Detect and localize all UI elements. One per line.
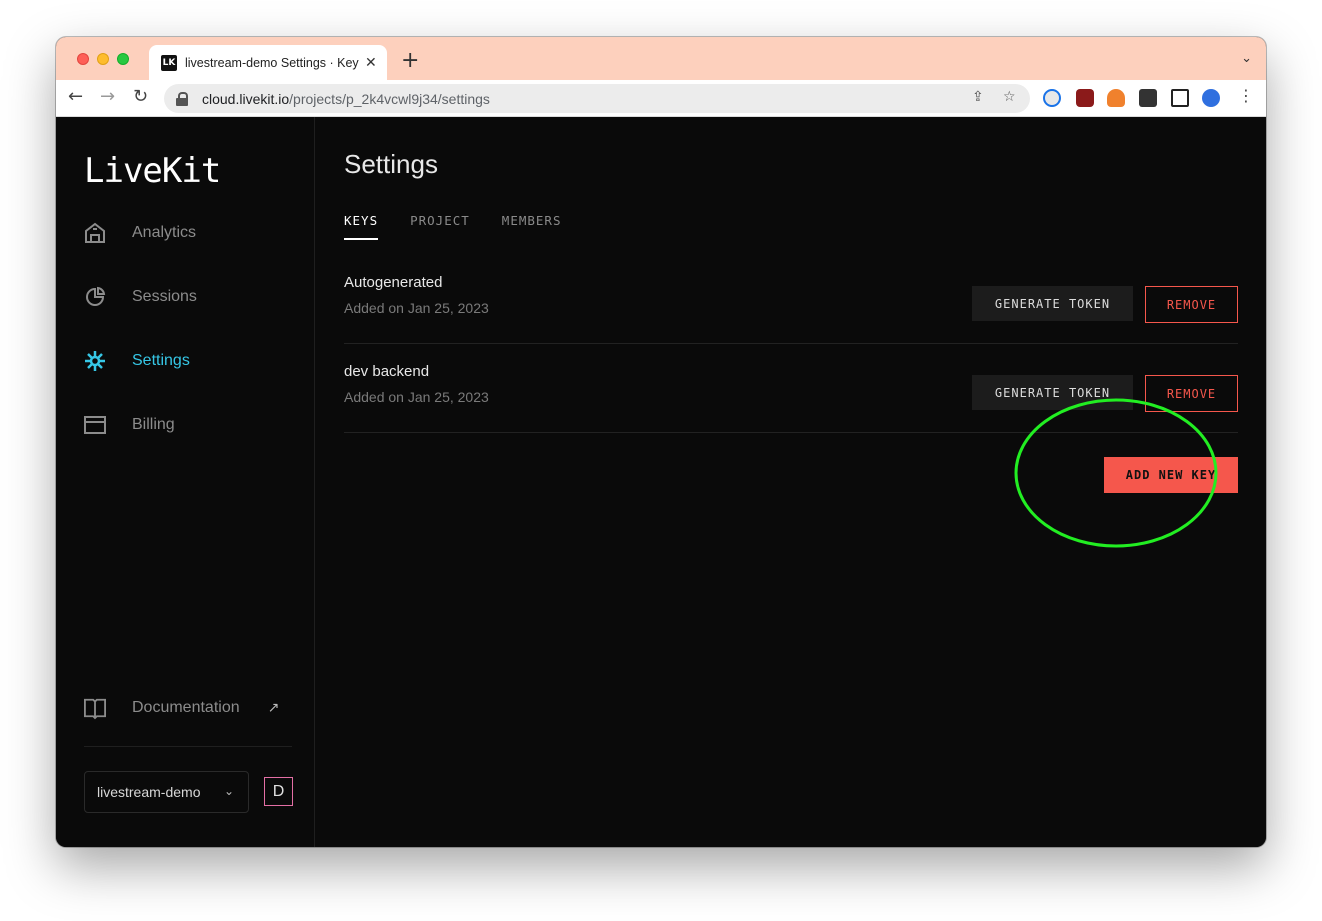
maximize-window-button[interactable] bbox=[117, 53, 129, 65]
external-link-icon: ↗ bbox=[267, 700, 280, 716]
address-bar[interactable]: cloud.livekit.io/projects/p_2k4vcwl9j34/… bbox=[164, 84, 1030, 113]
ublock-extension-icon[interactable] bbox=[1076, 89, 1094, 107]
project-selector[interactable]: livestream-demo ⌄ bbox=[84, 771, 249, 813]
key-name: Autogenerated bbox=[344, 274, 443, 291]
url-text[interactable]: cloud.livekit.io/projects/p_2k4vcwl9j34/… bbox=[202, 91, 490, 107]
add-new-key-button[interactable]: ADD NEW KEY bbox=[1104, 457, 1238, 493]
tab-search-chevron-icon[interactable]: ⌄ bbox=[1241, 51, 1252, 66]
chevron-down-icon: ⌄ bbox=[223, 784, 234, 798]
sidebar-item-label: Analytics bbox=[132, 224, 197, 241]
browser-window: LK livestream-demo Settings · Keys ✕ + ⌄… bbox=[56, 37, 1266, 847]
user-avatar[interactable]: D bbox=[264, 777, 293, 806]
key-date: Added on Jan 25, 2023 bbox=[344, 300, 489, 316]
remove-key-button[interactable]: REMOVE bbox=[1145, 286, 1238, 323]
sidebar-item-label: Settings bbox=[132, 352, 190, 369]
building-icon bbox=[84, 222, 106, 244]
tab-strip: LK livestream-demo Settings · Keys ✕ + ⌄ bbox=[56, 37, 1266, 80]
sidebar-item-billing[interactable]: Billing bbox=[84, 414, 175, 436]
forward-arrow-icon[interactable]: → bbox=[100, 86, 115, 107]
favicon-text: LK bbox=[162, 57, 176, 68]
browser-tab[interactable]: LK livestream-demo Settings · Keys ✕ bbox=[149, 45, 387, 80]
tab-members[interactable]: MEMBERS bbox=[502, 213, 562, 240]
reload-icon[interactable]: ↻ bbox=[133, 86, 148, 107]
browser-toolbar: ← → ↻ cloud.livekit.io/projects/p_2k4vcw… bbox=[56, 80, 1266, 117]
gear-icon bbox=[84, 350, 106, 372]
bookmark-star-icon[interactable]: ☆ bbox=[1003, 89, 1016, 105]
livekit-logo[interactable]: LiveKit bbox=[84, 151, 221, 191]
sidebar-item-documentation[interactable]: Documentation ↗ bbox=[84, 697, 280, 720]
tab-keys[interactable]: KEYS bbox=[344, 213, 379, 240]
pie-chart-icon bbox=[84, 286, 106, 308]
tab-project[interactable]: PROJECT bbox=[410, 213, 470, 240]
key-name: dev backend bbox=[344, 363, 430, 380]
url-host: cloud.livekit.io bbox=[202, 90, 290, 107]
app-body: LiveKit Analytics Sessions Settings Bill… bbox=[56, 117, 1266, 847]
key-row: dev backend Added on Jan 25, 2023 GENERA… bbox=[344, 344, 1238, 433]
generate-token-button[interactable]: GENERATE TOKEN bbox=[972, 286, 1133, 321]
extensions-puzzle-icon[interactable] bbox=[1139, 89, 1157, 107]
metamask-extension-icon[interactable] bbox=[1107, 89, 1125, 107]
sidebar: LiveKit Analytics Sessions Settings Bill… bbox=[56, 117, 315, 847]
key-row: Autogenerated Added on Jan 25, 2023 GENE… bbox=[344, 255, 1238, 344]
book-icon bbox=[84, 697, 106, 720]
settings-tabs: KEYS PROJECT MEMBERS bbox=[344, 213, 593, 240]
livekit-favicon-icon: LK bbox=[161, 54, 177, 71]
sidebar-item-settings[interactable]: Settings bbox=[84, 350, 190, 372]
close-window-button[interactable] bbox=[77, 53, 89, 65]
minimize-window-button[interactable] bbox=[97, 53, 109, 65]
key-date: Added on Jan 25, 2023 bbox=[344, 389, 489, 405]
lock-icon bbox=[176, 91, 188, 106]
documentation-label: Documentation bbox=[132, 699, 240, 716]
url-path: /projects/p_2k4vcwl9j34/settings bbox=[289, 90, 490, 107]
card-icon bbox=[84, 414, 106, 436]
sidebar-item-analytics[interactable]: Analytics bbox=[84, 222, 196, 244]
sidebar-item-label: Sessions bbox=[132, 288, 197, 305]
sidebar-divider bbox=[84, 746, 292, 747]
profile-avatar-icon[interactable] bbox=[1202, 89, 1220, 107]
sidebar-item-label: Billing bbox=[132, 416, 175, 433]
password-manager-extension-icon[interactable] bbox=[1043, 89, 1061, 107]
tab-title: livestream-demo Settings · Keys bbox=[185, 55, 359, 70]
share-icon[interactable]: ⇪ bbox=[972, 89, 984, 105]
project-selector-value: livestream-demo bbox=[97, 784, 201, 800]
browser-menu-icon[interactable]: ⋮ bbox=[1238, 86, 1254, 105]
new-tab-button[interactable]: + bbox=[401, 48, 419, 73]
back-arrow-icon[interactable]: ← bbox=[68, 86, 83, 107]
remove-key-button[interactable]: REMOVE bbox=[1145, 375, 1238, 412]
side-panel-icon[interactable] bbox=[1171, 89, 1189, 107]
close-tab-icon[interactable]: ✕ bbox=[365, 55, 377, 71]
page-title: Settings bbox=[344, 149, 438, 179]
generate-token-button[interactable]: GENERATE TOKEN bbox=[972, 375, 1133, 410]
sidebar-item-sessions[interactable]: Sessions bbox=[84, 286, 197, 308]
main-content: Settings KEYS PROJECT MEMBERS Autogenera… bbox=[316, 117, 1266, 847]
